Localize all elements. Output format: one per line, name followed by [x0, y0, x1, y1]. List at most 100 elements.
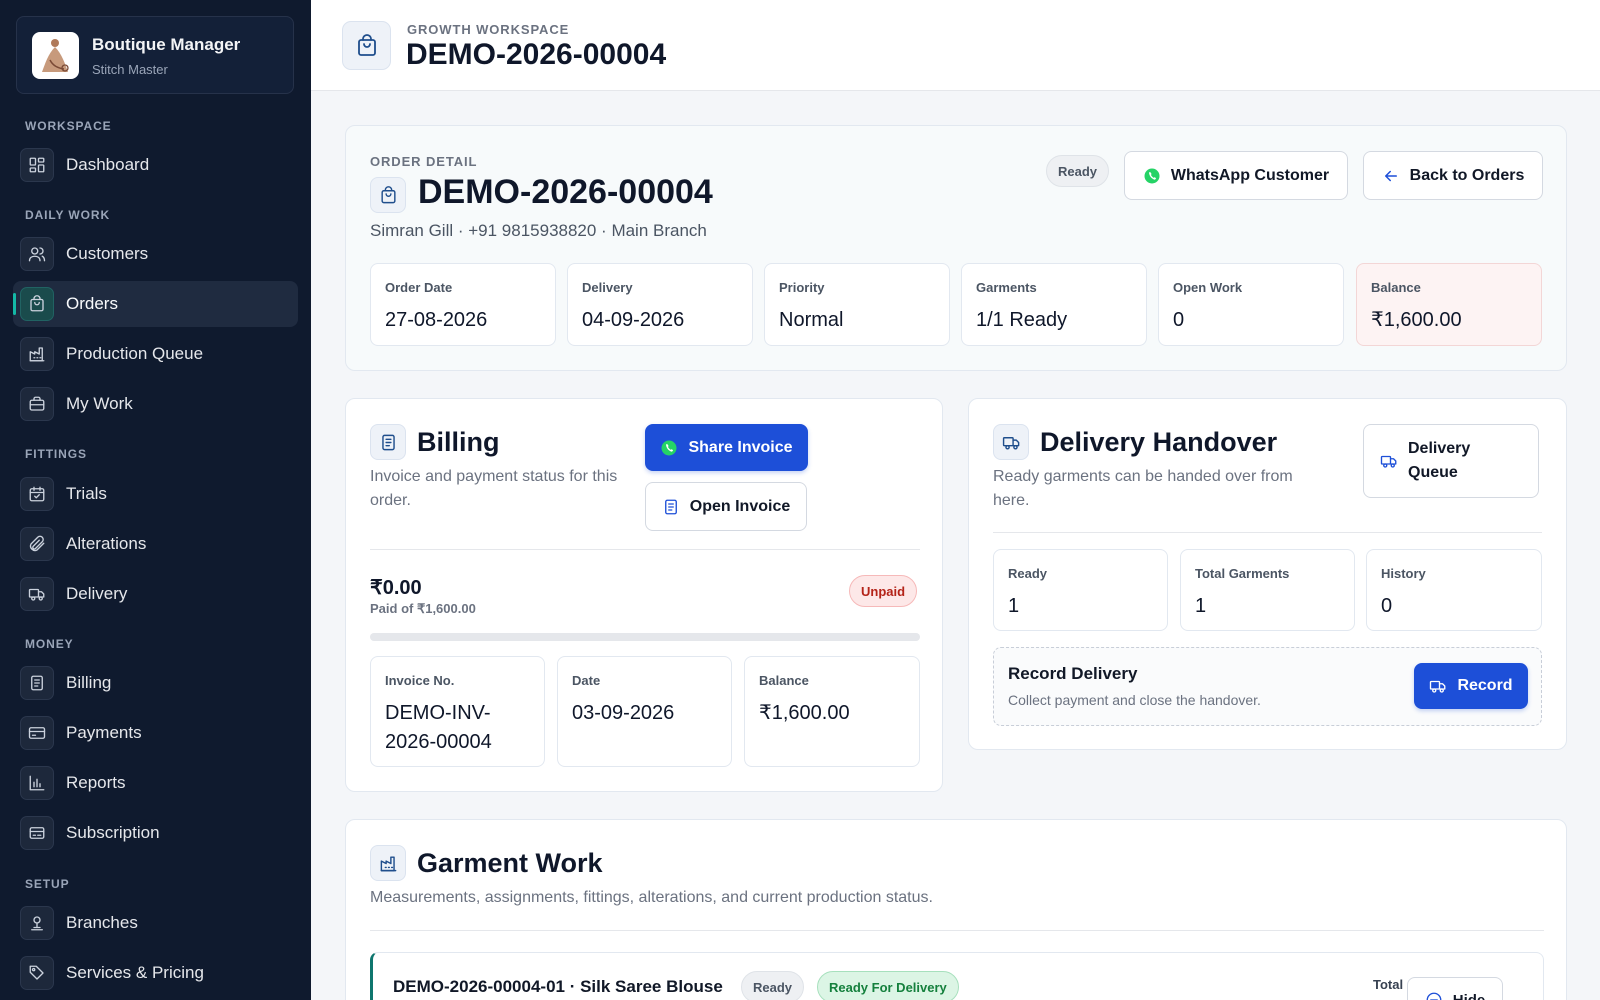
delivery-description: Ready garments can be handed over from h… [993, 468, 1293, 509]
stat-garments: Garments 1/1 Ready [961, 263, 1147, 346]
order-detail-card: ORDER DETAIL DEMO-2026-00004 Simran Gill… [345, 125, 1567, 371]
stat-value: ₹1,600.00 [1371, 309, 1462, 331]
sidebar-item-subscription[interactable]: Subscription [13, 810, 298, 856]
stat-value: 1 [1195, 595, 1207, 617]
garment-work-title: Garment Work [417, 848, 603, 878]
order-eyebrow: ORDER DETAIL [370, 154, 478, 169]
share-invoice-label: Share Invoice [688, 438, 793, 456]
sidebar-item-label: My Work [66, 394, 133, 413]
stat-value: 04-09-2026 [582, 309, 685, 331]
sidebar-item-my-work[interactable]: My Work [13, 381, 298, 427]
sidebar-item-label: Branches [66, 913, 138, 932]
stat-label: Balance [1371, 280, 1421, 295]
truck-icon [1380, 455, 1397, 468]
paperclip-icon [20, 527, 54, 561]
order-title: DEMO-2026-00004 [418, 173, 713, 211]
factory-icon [370, 845, 406, 881]
delivery-divider [993, 532, 1542, 533]
stat-label: Open Work [1173, 280, 1243, 295]
brand-name: Boutique Manager [92, 35, 241, 54]
stat-label: Invoice No. [385, 673, 455, 688]
sidebar-item-label: Customers [66, 244, 149, 263]
brand-subtitle: Stitch Master [92, 62, 168, 77]
billing-title: Billing [417, 427, 500, 457]
payment-progress-bar [370, 633, 920, 641]
sidebar-item-branches[interactable]: Branches [13, 900, 298, 946]
arrow-left-icon [1384, 170, 1397, 181]
delivery-title: Delivery Handover [1040, 427, 1278, 457]
sidebar-item-label: Services & Pricing [66, 963, 204, 982]
stat-value: 1/1 Ready [976, 309, 1068, 331]
nav-section-workspace: WORKSPACE [25, 119, 112, 133]
sidebar-item-production-queue[interactable]: Production Queue [13, 331, 298, 377]
stat-label: Garments [976, 280, 1037, 295]
garment-status-badge: Ready [741, 971, 805, 1000]
garment-row[interactable]: DEMO-2026-00004-01 · Silk Saree Blouse R… [370, 952, 1544, 1000]
sidebar-item-alterations[interactable]: Alterations [13, 521, 298, 567]
page-header: GROWTH WORKSPACE DEMO-2026-00004 [311, 0, 1600, 91]
sidebar-item-label: Subscription [66, 823, 160, 842]
stat-value: 0 [1173, 309, 1185, 331]
record-delivery-description: Collect payment and close the handover. [1008, 692, 1261, 708]
sidebar-item-delivery[interactable]: Delivery [13, 571, 298, 617]
calendar-check-icon [20, 477, 54, 511]
stat-value: DEMO-INV-2026-00004 [385, 702, 492, 753]
receipt-icon [370, 424, 406, 460]
sidebar-item-label: Dashboard [66, 155, 150, 174]
receipt-icon [664, 499, 677, 514]
record-delivery-button[interactable]: Record [1414, 663, 1528, 709]
sidebar-item-billing[interactable]: Billing [13, 660, 298, 706]
garment-total-label: Total [1373, 977, 1404, 992]
stat-label: Delivery [582, 280, 633, 295]
workspace-eyebrow: GROWTH WORKSPACE [407, 22, 570, 37]
stat-label: History [1381, 566, 1426, 581]
stat-value: 03-09-2026 [572, 702, 675, 724]
stat-label: Total Garments [1195, 566, 1290, 581]
subscription-icon [20, 816, 54, 850]
open-invoice-button[interactable]: Open Invoice [645, 482, 807, 531]
back-to-orders-button[interactable]: Back to Orders [1363, 151, 1543, 200]
sidebar-item-trials[interactable]: Trials [13, 471, 298, 517]
eye-off-icon [1426, 992, 1442, 1000]
sidebar-item-label: Production Queue [66, 344, 204, 363]
sidebar-item-reports[interactable]: Reports [13, 760, 298, 806]
share-invoice-button[interactable]: Share Invoice [645, 424, 808, 471]
whatsapp-customer-button[interactable]: WhatsApp Customer [1124, 151, 1348, 200]
sidebar-item-label: Trials [66, 484, 107, 503]
sidebar-item-label: Alterations [66, 534, 147, 553]
brand-card[interactable]: Boutique Manager Stitch Master [16, 16, 294, 94]
delivery-handover-card: Delivery Handover Ready garments can be … [968, 398, 1567, 750]
garment-stage-badge: Ready For Delivery [817, 971, 959, 1000]
stat-invoice-balance: Balance ₹1,600.00 [744, 656, 920, 767]
sidebar-item-dashboard[interactable]: Dashboard [13, 142, 298, 188]
stat-total-garments: Total Garments 1 [1180, 549, 1355, 631]
nav-section-fittings: FITTINGS [25, 447, 87, 461]
record-delivery-panel: Record Delivery Collect payment and clos… [993, 647, 1542, 726]
stat-balance: Balance ₹1,600.00 [1356, 263, 1542, 346]
sidebar-item-orders[interactable]: Orders [13, 281, 298, 327]
stat-label: Date [572, 673, 601, 688]
hide-garment-button[interactable]: Hide [1407, 977, 1503, 1000]
truck-icon [993, 424, 1029, 460]
back-to-orders-label: Back to Orders [1409, 166, 1525, 184]
stat-value: 0 [1381, 595, 1393, 617]
stat-label: Priority [779, 280, 825, 295]
sidebar-item-payments[interactable]: Payments [13, 710, 298, 756]
sidebar-item-services-pricing[interactable]: Services & Pricing [13, 950, 298, 996]
stat-invoice-date: Date 03-09-2026 [557, 656, 732, 767]
garment-work-description: Measurements, assignments, fittings, alt… [370, 889, 933, 906]
garment-divider [370, 930, 1544, 931]
garment-work-card: Garment Work Measurements, assignments, … [345, 819, 1567, 1000]
users-icon [20, 237, 54, 271]
sidebar-item-customers[interactable]: Customers [13, 231, 298, 277]
boutique-logo [32, 32, 79, 79]
amount-paid-of: Paid of ₹1,600.00 [370, 601, 476, 616]
sidebar-item-label: Billing [66, 673, 112, 692]
hide-label: Hide [1452, 991, 1486, 1000]
tag-icon [20, 956, 54, 990]
whatsapp-icon [1144, 168, 1160, 183]
stat-value: ₹1,600.00 [759, 702, 850, 724]
sidebar-item-label: Reports [66, 773, 126, 792]
delivery-queue-button[interactable]: Delivery Queue [1363, 424, 1539, 498]
map-pin-icon [20, 906, 54, 940]
